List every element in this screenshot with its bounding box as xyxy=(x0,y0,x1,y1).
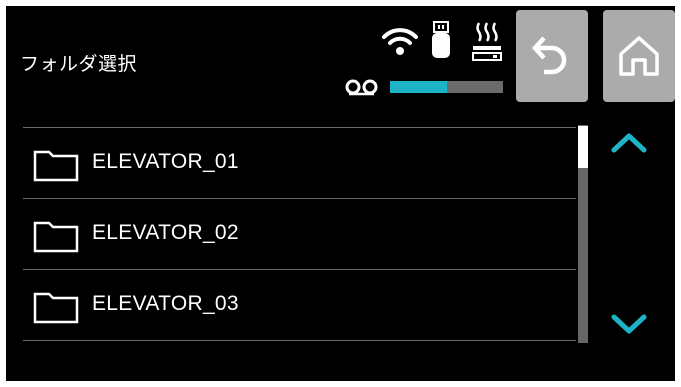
level-bar-fill xyxy=(390,81,447,93)
scroll-up-button[interactable] xyxy=(609,130,649,156)
home-button[interactable] xyxy=(603,10,675,102)
tape-icon xyxy=(345,79,378,96)
usb-icon xyxy=(432,21,450,58)
folder-name: ELEVATOR_02 xyxy=(92,221,239,244)
folder-item[interactable]: ELEVATOR_02 xyxy=(23,199,576,269)
folder-icon xyxy=(33,150,79,182)
folder-name: ELEVATOR_01 xyxy=(92,150,239,173)
scrollbar[interactable] xyxy=(578,125,588,343)
undo-arrow-icon xyxy=(531,36,567,75)
folder-icon xyxy=(33,221,79,253)
back-button[interactable] xyxy=(516,10,588,102)
folder-icon xyxy=(33,292,79,324)
scroll-down-button[interactable] xyxy=(609,311,649,337)
level-bar xyxy=(390,81,503,93)
folder-item[interactable]: ELEVATOR_03 xyxy=(23,270,576,340)
folder-name: ELEVATOR_03 xyxy=(92,292,239,315)
heater-icon xyxy=(472,22,502,61)
screen: フォルダ選択 ELEVATOR_01 ELEVATOR_02 ELEVATOR_… xyxy=(6,6,675,381)
divider xyxy=(23,340,576,341)
folder-item[interactable]: ELEVATOR_01 xyxy=(23,128,576,198)
page-title: フォルダ選択 xyxy=(20,53,138,75)
scrollbar-thumb[interactable] xyxy=(578,126,588,168)
home-icon xyxy=(619,36,659,76)
folder-list: ELEVATOR_01 ELEVATOR_02 ELEVATOR_03 xyxy=(23,127,576,341)
wifi-icon xyxy=(382,28,418,55)
